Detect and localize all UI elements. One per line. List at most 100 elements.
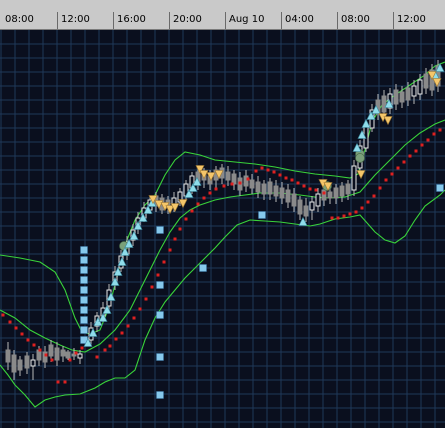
sar-dot <box>138 307 142 311</box>
sar-dot <box>114 337 118 341</box>
time-tick <box>281 12 282 29</box>
sar-dot <box>408 154 412 158</box>
signal-square <box>199 264 207 272</box>
candle-body <box>279 187 285 199</box>
sar-dot <box>260 166 264 170</box>
time-label: Aug 10 <box>229 14 265 25</box>
sar-dot <box>156 273 160 277</box>
sar-dot <box>74 351 78 355</box>
price-chart: 08:00 12:00 16:00 20:00 Aug 10 04:00 08:… <box>0 0 445 428</box>
sar-dot <box>402 160 406 164</box>
time-tick <box>169 12 170 29</box>
signal-square <box>80 256 88 264</box>
sar-dot <box>342 214 346 218</box>
signal-square <box>156 391 164 399</box>
sar-dot <box>230 182 234 186</box>
candle-body <box>249 179 255 189</box>
sar-dot <box>266 168 270 172</box>
sar-dot <box>314 188 318 192</box>
sar-dot <box>196 202 200 206</box>
sar-dot <box>272 170 276 174</box>
sar-dot <box>278 173 282 177</box>
signal-square <box>80 266 88 274</box>
signal-square <box>156 281 164 289</box>
candle-body <box>327 191 333 199</box>
sar-dot <box>322 191 326 195</box>
signal-square <box>80 296 88 304</box>
sar-dot <box>296 181 300 185</box>
signal-square <box>156 311 164 319</box>
sar-dot <box>238 181 242 185</box>
sar-dot <box>420 143 424 147</box>
time-label: 12:00 <box>61 14 90 25</box>
candle-body <box>423 73 429 89</box>
candle-body <box>285 189 291 203</box>
sar-dot <box>178 227 182 231</box>
sar-dot <box>348 212 352 216</box>
sar-dot <box>396 166 400 170</box>
time-tick <box>225 12 226 29</box>
signal-square <box>80 286 88 294</box>
candle-body <box>65 351 71 359</box>
sar-dot <box>302 184 306 188</box>
time-label: 04:00 <box>285 14 314 25</box>
candle-body <box>11 354 17 373</box>
candle-body <box>30 359 36 367</box>
signal-square <box>80 276 88 284</box>
sar-dot <box>384 178 388 182</box>
candle-body <box>5 349 11 363</box>
sar-dot <box>254 169 258 173</box>
sar-dot <box>95 355 99 359</box>
candle-body <box>77 353 83 359</box>
sar-dot <box>360 206 364 210</box>
time-label: 16:00 <box>117 14 146 25</box>
candle-body <box>411 85 417 97</box>
sar-dot <box>32 343 36 347</box>
signal-square <box>156 353 164 361</box>
sar-dot <box>80 346 84 350</box>
sar-dot <box>50 358 54 362</box>
sar-dot <box>438 128 442 132</box>
sar-dot <box>173 237 177 241</box>
sar-dot <box>426 138 430 142</box>
candle-body <box>267 181 273 195</box>
sar-dot <box>290 178 294 182</box>
sar-dot <box>378 186 382 190</box>
time-label: 12:00 <box>397 14 426 25</box>
sar-dot <box>26 338 30 342</box>
sar-dot <box>336 216 340 220</box>
candle-body <box>333 187 339 199</box>
plot-area <box>0 30 445 428</box>
sar-dot <box>308 187 312 191</box>
sar-dot <box>246 177 250 181</box>
sar-dot <box>162 260 166 264</box>
candle-body <box>225 171 231 181</box>
sar-dot <box>202 196 206 200</box>
sar-dot <box>222 184 226 188</box>
candle-body <box>399 91 405 103</box>
sar-dot <box>20 332 24 336</box>
sar-dot <box>284 176 288 180</box>
sar-dot <box>68 358 72 362</box>
time-tick <box>337 12 338 29</box>
time-axis: 08:00 12:00 16:00 20:00 Aug 10 04:00 08:… <box>0 0 445 30</box>
signal-square <box>80 316 88 324</box>
candle-body <box>24 355 30 369</box>
sar-dot <box>150 285 154 289</box>
candle-body <box>345 183 351 195</box>
candle-body <box>405 87 411 101</box>
sar-dot <box>354 210 358 214</box>
sar-dot <box>120 331 124 335</box>
signal-square <box>258 211 266 219</box>
candle-body <box>297 199 303 215</box>
sar-dot <box>38 348 42 352</box>
candle-body <box>255 181 261 193</box>
candle-body <box>48 344 54 357</box>
candle-body <box>291 193 297 207</box>
sar-dot <box>366 200 370 204</box>
sar-dot <box>1 313 5 317</box>
candle-body <box>315 193 321 207</box>
sar-dot <box>372 194 376 198</box>
sar-dot <box>126 324 130 328</box>
sar-dot <box>14 326 18 330</box>
